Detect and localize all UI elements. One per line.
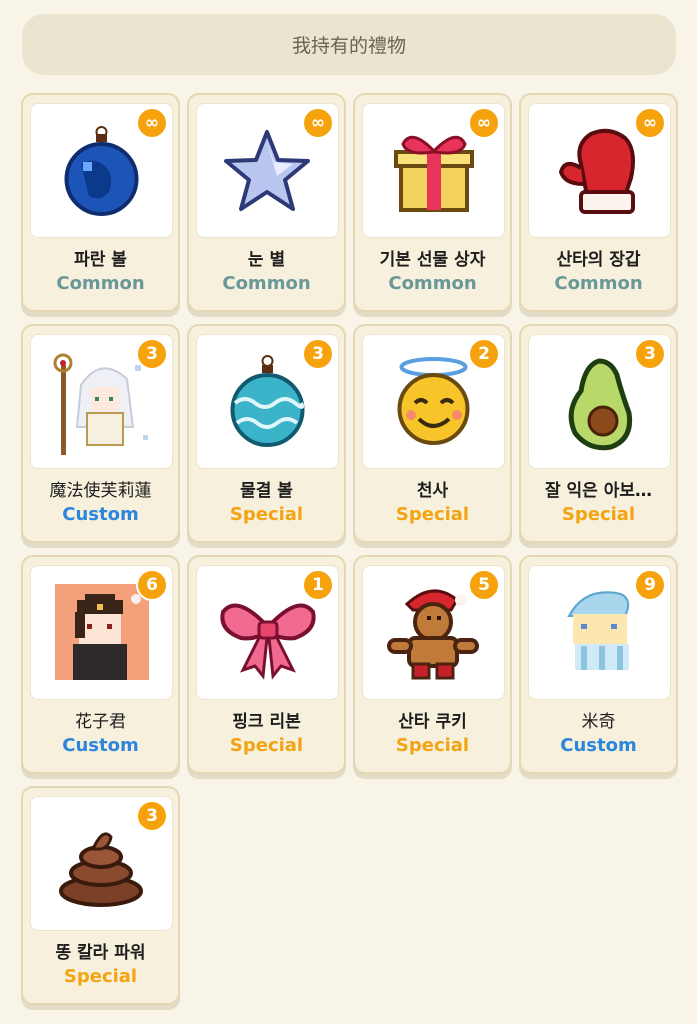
rarity-label: Special xyxy=(63,966,138,987)
count-badge: ∞ xyxy=(136,107,168,139)
count-badge: 6 xyxy=(136,569,168,601)
gift-card[interactable]: 6 花子君 Custom xyxy=(21,555,180,774)
gift-name: 천사 xyxy=(416,481,449,501)
gift-card[interactable]: 9 米奇 Custom xyxy=(519,555,678,774)
gift-card[interactable]: 3 魔法使芙莉蓮 Custom xyxy=(21,324,180,543)
gift-name: 米奇 xyxy=(581,712,616,732)
rarity-label: Common xyxy=(56,273,145,294)
count-badge: ∞ xyxy=(634,107,666,139)
gift-card[interactable]: 5 산타 쿠키 Special xyxy=(353,555,512,774)
rarity-label: Common xyxy=(388,273,477,294)
rarity-label: Special xyxy=(395,504,470,525)
gift-name: 파란 볼 xyxy=(74,250,127,270)
gift-name: 산타의 장갑 xyxy=(556,250,641,270)
count-badge: 5 xyxy=(468,569,500,601)
gift-card[interactable]: ∞ 파란 볼 Common xyxy=(21,93,180,312)
rarity-label: Common xyxy=(222,273,311,294)
rarity-label: Special xyxy=(561,504,636,525)
rarity-label: Custom xyxy=(62,735,139,756)
gift-name: 산타 쿠키 xyxy=(398,712,467,732)
count-badge: 3 xyxy=(634,338,666,370)
count-badge: 2 xyxy=(468,338,500,370)
gift-name: 기본 선물 상자 xyxy=(379,250,486,270)
gift-name: 눈 별 xyxy=(247,250,286,270)
gift-name: 花子君 xyxy=(75,712,126,732)
page-title: 我持有的禮物 xyxy=(22,14,676,75)
count-badge: 3 xyxy=(136,800,168,832)
count-badge: 9 xyxy=(634,569,666,601)
gift-grid: ∞ 파란 볼 Common ∞ 눈 별 Common ∞ 기본 선물 상자 Co… xyxy=(21,93,678,1005)
rarity-label: Custom xyxy=(560,735,637,756)
gift-name: 잘 익은 아보… xyxy=(544,481,653,501)
gift-card[interactable]: 3 물결 볼 Special xyxy=(187,324,346,543)
gift-name: 핑크 리본 xyxy=(232,712,301,732)
gift-card[interactable]: 3 잘 익은 아보… Special xyxy=(519,324,678,543)
gift-name: 물결 볼 xyxy=(240,481,293,501)
gift-name: 똥 칼라 파워 xyxy=(55,943,146,963)
rarity-label: Special xyxy=(395,735,470,756)
gift-card[interactable]: 3 똥 칼라 파워 Special xyxy=(21,786,180,1005)
rarity-label: Common xyxy=(554,273,643,294)
gift-card[interactable]: 1 핑크 리본 Special xyxy=(187,555,346,774)
rarity-label: Special xyxy=(229,735,304,756)
count-badge: 1 xyxy=(302,569,334,601)
gift-card[interactable]: 2 천사 Special xyxy=(353,324,512,543)
gift-card[interactable]: ∞ 기본 선물 상자 Common xyxy=(353,93,512,312)
count-badge: ∞ xyxy=(302,107,334,139)
gift-name: 魔法使芙莉蓮 xyxy=(49,481,152,501)
count-badge: 3 xyxy=(302,338,334,370)
gift-card[interactable]: ∞ 눈 별 Common xyxy=(187,93,346,312)
rarity-label: Custom xyxy=(62,504,139,525)
gift-card[interactable]: ∞ 산타의 장갑 Common xyxy=(519,93,678,312)
count-badge: ∞ xyxy=(468,107,500,139)
rarity-label: Special xyxy=(229,504,304,525)
count-badge: 3 xyxy=(136,338,168,370)
